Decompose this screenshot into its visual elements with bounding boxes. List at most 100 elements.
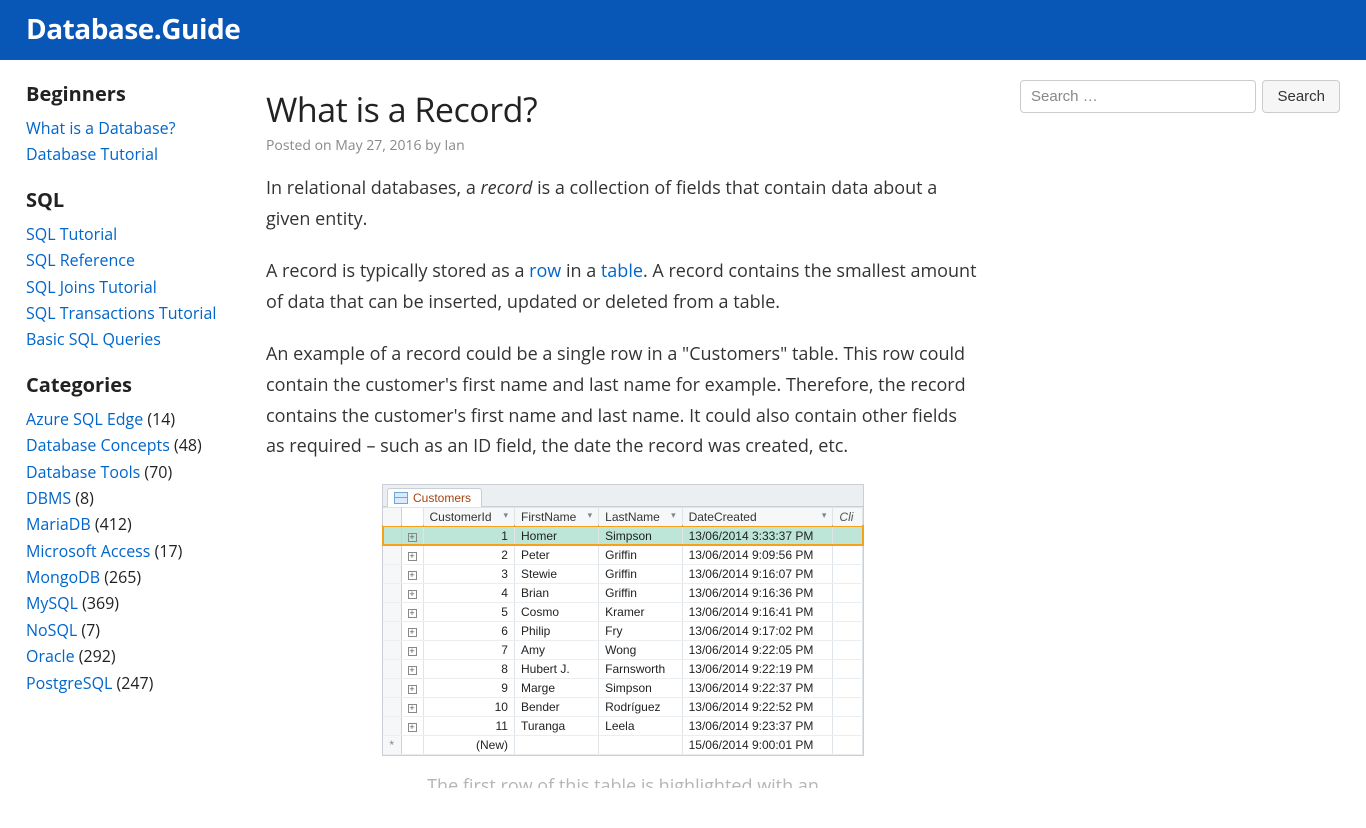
sidebar-link[interactable]: Azure SQL Edge — [26, 408, 143, 430]
db-cell-extra — [833, 526, 863, 545]
expand-icon: + — [408, 628, 417, 637]
db-cell-id: 5 — [423, 602, 514, 621]
dropdown-icon: ▾ — [822, 510, 827, 521]
sidebar-link[interactable]: Database Tools — [26, 461, 140, 483]
sidebar-heading: Categories — [26, 371, 226, 398]
p1-text-a: In relational databases, a — [266, 176, 481, 200]
category-count: (265) — [100, 566, 141, 588]
sidebar-item: SQL Reference — [26, 247, 226, 273]
db-cell-id: 1 — [423, 526, 514, 545]
sidebar-link[interactable]: MySQL — [26, 592, 78, 614]
expand-icon: + — [408, 647, 417, 656]
right-column: Search — [1020, 80, 1340, 788]
site-title-link[interactable]: Database.Guide — [26, 10, 240, 48]
db-cell-last: Griffin — [599, 564, 682, 583]
sidebar-link[interactable]: Oracle — [26, 645, 75, 667]
db-cell-extra — [833, 716, 863, 735]
category-count: (7) — [77, 619, 100, 641]
expand-icon: + — [408, 552, 417, 561]
db-cell-first: Philip — [514, 621, 598, 640]
category-count: (17) — [150, 540, 182, 562]
sidebar-link[interactable]: MongoDB — [26, 566, 100, 588]
expand-icon: + — [408, 685, 417, 694]
db-row: +9MargeSimpson13/06/2014 9:22:37 PM — [383, 678, 863, 697]
db-cell-last: Simpson — [599, 678, 682, 697]
db-cell-date: 13/06/2014 9:22:05 PM — [682, 640, 833, 659]
sidebar-item: MongoDB (265) — [26, 564, 226, 590]
db-cell-date: 13/06/2014 9:17:02 PM — [682, 621, 833, 640]
db-cell-id: 8 — [423, 659, 514, 678]
db-cell-date: 13/06/2014 9:23:37 PM — [682, 716, 833, 735]
sidebar-link[interactable]: SQL Tutorial — [26, 223, 117, 245]
sidebar-link[interactable]: SQL Joins Tutorial — [26, 276, 157, 298]
db-row: +10BenderRodríguez13/06/2014 9:22:52 PM — [383, 697, 863, 716]
expand-icon: + — [408, 609, 417, 618]
sidebar-link[interactable]: MariaDB — [26, 513, 91, 535]
db-cell-id: 9 — [423, 678, 514, 697]
category-count: (412) — [91, 513, 132, 535]
db-cell-last: Wong — [599, 640, 682, 659]
sidebar-link[interactable]: What is a Database? — [26, 117, 176, 139]
sidebar-nav: Beginners What is a Database? Database Tut… — [26, 80, 226, 788]
sidebar-link[interactable]: Database Concepts — [26, 434, 170, 456]
sidebar-item: Azure SQL Edge (14) — [26, 406, 226, 432]
sidebar-link[interactable]: Basic SQL Queries — [26, 328, 161, 350]
table-link[interactable]: table — [601, 259, 643, 283]
db-cell-date: 13/06/2014 9:22:37 PM — [682, 678, 833, 697]
db-cell-first: Homer — [514, 526, 598, 545]
sidebar-item: SQL Tutorial — [26, 221, 226, 247]
meta-author-link[interactable]: Ian — [444, 136, 464, 155]
expand-icon: + — [408, 666, 417, 675]
db-cell-first: Bender — [514, 697, 598, 716]
category-count: (14) — [143, 408, 175, 430]
category-count: (247) — [112, 672, 153, 694]
db-cell-extra — [833, 602, 863, 621]
sidebar-item: Microsoft Access (17) — [26, 538, 226, 564]
db-column-header: Cli — [833, 507, 863, 526]
p2-text-a: A record is typically stored as a — [266, 259, 529, 283]
paragraph-2: A record is typically stored as a row in… — [266, 256, 980, 317]
article: What is a Record? Posted on May 27, 2016… — [266, 80, 980, 788]
row-link[interactable]: row — [529, 259, 561, 283]
db-cell-first: Brian — [514, 583, 598, 602]
db-new-label: (New) — [423, 735, 514, 754]
sidebar-item: Oracle (292) — [26, 643, 226, 669]
db-cell-first: Cosmo — [514, 602, 598, 621]
db-cell-last: Farnsworth — [599, 659, 682, 678]
db-cell-date: 13/06/2014 9:16:07 PM — [682, 564, 833, 583]
search-input[interactable] — [1020, 80, 1256, 113]
sidebar-item: MariaDB (412) — [26, 511, 226, 537]
db-column-header: CustomerId▾ — [423, 507, 514, 526]
search-form: Search — [1020, 80, 1340, 113]
sidebar-link[interactable]: Microsoft Access — [26, 540, 150, 562]
sidebar-link[interactable]: NoSQL — [26, 619, 77, 641]
expand-icon: + — [408, 533, 417, 542]
db-column-header: FirstName▾ — [514, 507, 598, 526]
db-cell-date: 13/06/2014 9:09:56 PM — [682, 545, 833, 564]
search-button[interactable]: Search — [1262, 80, 1340, 113]
db-tab: Customers — [387, 488, 482, 507]
category-count: (292) — [75, 645, 116, 667]
db-row: +3StewieGriffin13/06/2014 9:16:07 PM — [383, 564, 863, 583]
db-cell-id: 7 — [423, 640, 514, 659]
sidebar-link[interactable]: PostgreSQL — [26, 672, 112, 694]
paragraph-1: In relational databases, a record is a c… — [266, 173, 980, 234]
meta-date-link[interactable]: May 27, 2016 — [335, 136, 421, 155]
db-cell-date: 13/06/2014 9:16:41 PM — [682, 602, 833, 621]
sidebar-link[interactable]: SQL Transactions Tutorial — [26, 302, 216, 324]
article-meta: Posted on May 27, 2016 by Ian — [266, 136, 980, 155]
db-row: +1HomerSimpson13/06/2014 3:33:37 PM — [383, 526, 863, 545]
sidebar-heading: Beginners — [26, 80, 226, 107]
db-cell-date: 13/06/2014 3:33:37 PM — [682, 526, 833, 545]
db-cell-last: Kramer — [599, 602, 682, 621]
expand-icon: + — [408, 571, 417, 580]
sidebar-link[interactable]: SQL Reference — [26, 249, 135, 271]
sidebar-item: Database Tutorial — [26, 141, 226, 167]
sidebar-link[interactable]: Database Tutorial — [26, 143, 158, 165]
db-column-header: DateCreated▾ — [682, 507, 833, 526]
db-column-header: LastName▾ — [599, 507, 682, 526]
db-cell-id: 4 — [423, 583, 514, 602]
sidebar-item: SQL Joins Tutorial — [26, 274, 226, 300]
sidebar-link[interactable]: DBMS — [26, 487, 71, 509]
db-row: +4BrianGriffin13/06/2014 9:16:36 PM — [383, 583, 863, 602]
